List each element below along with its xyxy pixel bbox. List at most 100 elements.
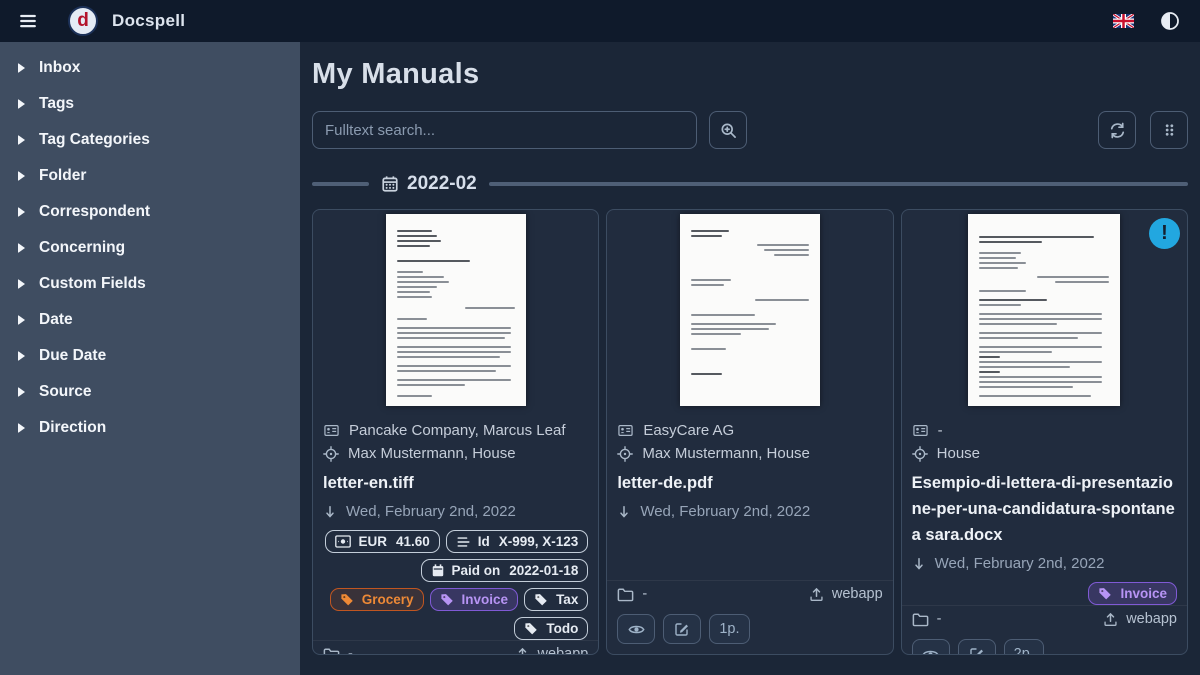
caret-right-icon [18,135,25,145]
sidebar-item-concerning[interactable]: Concerning [0,230,300,266]
sidebar-item-source[interactable]: Source [0,374,300,410]
folder-icon [617,587,634,602]
correspondent-row: Pancake Company, Marcus Leaf [323,419,588,442]
caret-right-icon [18,351,25,361]
sidebar: Inbox Tags Tag Categories Folder Corresp… [0,42,300,675]
address-card-icon [912,423,929,438]
divider-line [489,182,1188,186]
folder-icon [912,612,929,627]
folder-value: - [642,586,647,602]
stream-icon [456,535,471,549]
address-card-icon [617,423,634,438]
tag-icon [524,621,539,636]
menu-icon[interactable] [14,8,42,34]
tag-icon [1098,586,1113,601]
crosshairs-icon [617,446,633,462]
source-value: webapp [1126,611,1177,627]
caret-right-icon [18,171,25,181]
edit-button[interactable] [663,614,701,644]
crosshairs-icon [912,446,928,462]
sidebar-item-label: Date [39,311,73,329]
search-button[interactable] [709,111,747,149]
tag-label: Invoice [462,591,509,608]
tag-badge: Invoice [1088,582,1177,605]
edit-icon [674,621,690,637]
preview-button[interactable] [912,639,950,655]
sidebar-item-custom-fields[interactable]: Custom Fields [0,266,300,302]
field-label: Id [478,533,490,550]
sidebar-item-folder[interactable]: Folder [0,158,300,194]
item-name[interactable]: letter-en.tiff [323,470,588,496]
tag-badge: Invoice [430,588,519,611]
tag-label: Todo [546,620,578,637]
folder-value: - [348,646,353,655]
sidebar-item-tags[interactable]: Tags [0,86,300,122]
tag-label: Invoice [1120,585,1167,602]
main-content: My Manuals [300,42,1200,675]
document-thumbnail[interactable]: ! [902,210,1187,410]
id-field-badge: Id X-999, X-123 [446,530,589,553]
sidebar-item-tag-categories[interactable]: Tag Categories [0,122,300,158]
app-title: Docspell [112,11,185,31]
correspondent-value: Pancake Company, Marcus Leaf [349,422,566,439]
dark-mode-toggle-icon[interactable] [1160,11,1180,31]
item-name[interactable]: Esempio-di-lettera-di-presentazione-per-… [912,470,1177,548]
concerning-row: Max Mustermann, House [617,442,882,465]
item-date: Wed, February 2nd, 2022 [346,503,516,520]
item-card[interactable]: ! - [901,209,1188,655]
sidebar-item-label: Tags [39,95,74,113]
arrow-down-icon [617,504,631,520]
month-group-divider: 2022-02 [312,173,1188,195]
item-card[interactable]: EasyCare AG Max Mustermann, House letter… [606,209,893,655]
preview-button[interactable] [617,614,655,644]
sidebar-item-label: Due Date [39,347,106,365]
edit-button[interactable] [958,639,996,655]
sidebar-item-label: Tag Categories [39,131,150,149]
caret-right-icon [18,387,25,397]
calendar-icon [381,175,399,193]
upload-icon [809,587,824,602]
calendar-icon [431,563,445,578]
tag-badge: Tax [524,588,588,611]
sidebar-item-label: Inbox [39,59,80,77]
tag-icon [440,592,455,607]
sidebar-item-direction[interactable]: Direction [0,410,300,446]
sidebar-item-label: Correspondent [39,203,150,221]
document-thumbnail[interactable] [313,210,598,410]
field-label: EUR [358,533,387,550]
tag-badges: Invoice [912,582,1177,605]
folder-source-row: - webapp [607,580,892,607]
docspell-logo-icon[interactable]: d [68,6,98,36]
upload-icon [1103,612,1118,627]
fulltext-search-input[interactable] [312,111,697,149]
item-name[interactable]: letter-de.pdf [617,470,882,496]
document-thumbnail[interactable] [607,210,892,410]
sidebar-item-correspondent[interactable]: Correspondent [0,194,300,230]
sidebar-item-label: Concerning [39,239,125,257]
correspondent-value: - [938,422,943,439]
uk-flag-icon[interactable] [1113,14,1134,28]
folder-value: - [937,611,942,627]
money-field-badge: EUR 41.60 [325,530,439,553]
concerning-value: Max Mustermann, House [642,445,810,462]
card-actions: 1p. [607,607,892,654]
money-bill-icon [335,535,351,548]
page-count-button[interactable]: 2p. [1004,639,1044,655]
sidebar-item-date[interactable]: Date [0,302,300,338]
item-card[interactable]: Pancake Company, Marcus Leaf Max Musterm… [312,209,599,655]
sidebar-item-label: Direction [39,419,106,437]
eye-icon [922,647,939,656]
top-bar: d Docspell [0,0,1200,42]
exclamation-icon: ! [1161,222,1168,245]
page-count-button[interactable]: 1p. [709,614,749,644]
grid-view-button[interactable] [1150,111,1188,149]
tag-icon [340,592,355,607]
card-actions: 2p. [902,632,1187,655]
upload-icon [515,647,530,656]
sidebar-item-inbox[interactable]: Inbox [0,50,300,86]
notification-badge[interactable]: ! [1149,218,1180,249]
folder-source-row: - webapp [902,605,1187,632]
sidebar-item-due-date[interactable]: Due Date [0,338,300,374]
field-value: 41.60 [396,533,430,550]
refresh-button[interactable] [1098,111,1136,149]
